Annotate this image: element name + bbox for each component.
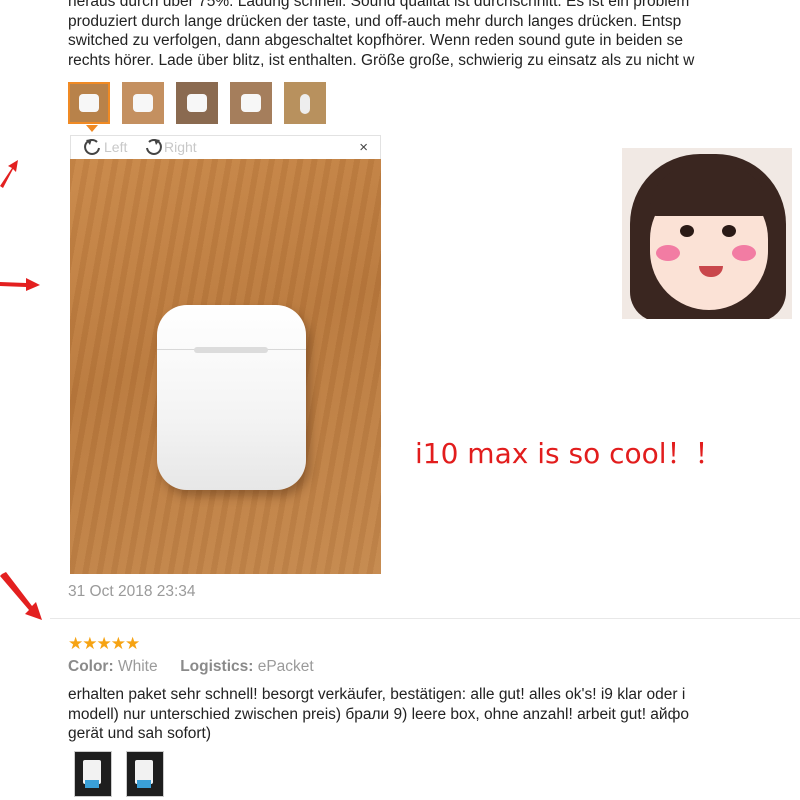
review-2-text: erhalten paket sehr schnell! besorgt ver… [68,685,689,744]
thumbnail-image [133,94,153,112]
review-2-thumbnails [74,751,164,797]
rotate-left-icon [83,138,103,156]
thumbnail-image [137,780,151,788]
earbuds-case [157,305,306,490]
red-arrow-icon [0,160,18,188]
review-photo-thumbnail[interactable] [74,751,112,797]
review-divider [50,618,800,619]
review-2-meta: Color: White Logistics: ePacket [68,658,314,676]
review-2-line: gerät und sah sofort) [68,725,212,742]
case-slot [194,347,268,353]
review-1-line: switched zu verfolgen, dann abgeschaltet… [68,32,683,49]
eye [680,225,694,237]
rotate-left-label: Left [104,139,128,155]
review-photo-thumbnail[interactable] [126,751,164,797]
review-photo-thumbnail[interactable] [230,82,272,124]
review-1-line: produziert durch lange drücken der taste… [68,12,682,30]
thumbnail-image [79,94,99,112]
review-photo-thumbnail[interactable] [176,82,218,124]
review-2-line: erhalten paket sehr schnell! besorgt ver… [68,686,686,703]
promo-caption: i10 max is so cool！！ [415,437,723,470]
logistics-label: Logistics: [180,658,254,675]
logistics-value: ePacket [257,658,314,675]
rotate-right-button[interactable]: Right [143,138,197,156]
red-arrow-icon [0,572,42,620]
rotate-right-label: Right [164,139,197,155]
thumbnail-image [187,94,207,112]
girl-face-image [622,148,792,319]
review-photo-thumbnail[interactable] [284,82,326,124]
review-1-thumbnails [68,82,326,124]
review-1-line: heraus durch über 75%. Ladung schnell. S… [68,0,690,10]
star-rating: ★★★★★ [68,634,140,653]
red-arrow-icon [0,278,40,291]
rotate-left-button[interactable]: Left [83,138,127,156]
blush [656,245,680,261]
thumbnail-image [241,94,261,112]
rotate-right-icon [143,138,163,156]
review-photo-large [70,159,381,574]
thumbnail-image [300,94,310,114]
blush [732,245,756,261]
thumbnail-image [85,780,99,788]
color-value: White [117,658,158,675]
close-icon[interactable]: × [359,139,368,156]
review-1-text: heraus durch über 75%. Ladung schnell. S… [68,0,694,70]
review-2-line: modell) nur unterschied zwischen preis) … [68,705,689,723]
review-1-line: rechts hörer. Lade über blitz, ist entha… [68,51,695,69]
selected-thumbnail-caret [86,125,98,132]
review-photo-thumbnail-selected[interactable] [68,82,110,124]
review-photo-thumbnail[interactable] [122,82,164,124]
eye [722,225,736,237]
review-1-date: 31 Oct 2018 23:34 [68,583,196,600]
image-viewer-toolbar: Left Right × [70,135,381,159]
color-label: Color: [68,658,114,675]
